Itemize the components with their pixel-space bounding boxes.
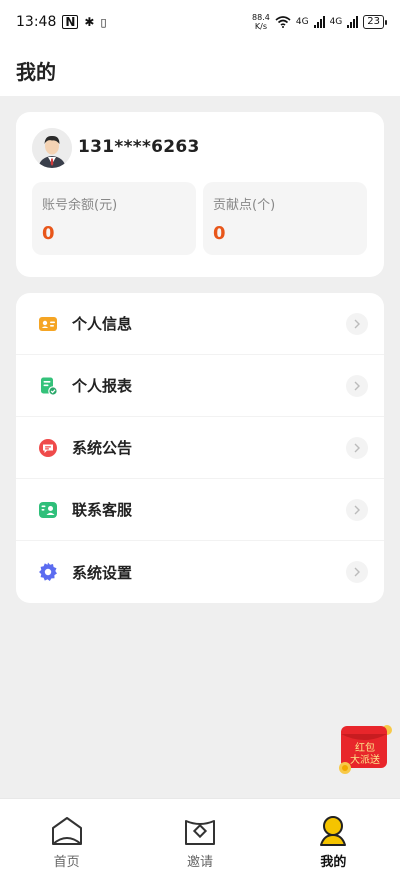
network-type-2: 4G <box>329 17 343 27</box>
home-icon <box>51 817 82 845</box>
avatar[interactable] <box>32 128 72 168</box>
chevron-right-icon <box>346 561 368 583</box>
signal-icon-2 <box>347 16 359 28</box>
menu-label: 联系客服 <box>72 501 133 519</box>
menu-item-settings[interactable]: 系统设置 <box>16 541 384 603</box>
customer-service-icon <box>36 498 60 522</box>
invite-icon <box>184 820 215 845</box>
bluetooth-icon: ✱ <box>84 15 95 29</box>
contribution-stat[interactable]: 贡献点(个) 0 <box>203 182 367 255</box>
header: 我的 <box>0 44 400 96</box>
profile-icon <box>320 816 347 846</box>
menu-label: 系统设置 <box>72 563 133 582</box>
nfc-icon: N <box>62 15 79 29</box>
contribution-value: 0 <box>213 223 226 244</box>
status-bar: 13:48 N ✱ ▯ 88.4 K/s 4G 4G 23 <box>0 0 400 44</box>
menu-label: 个人报表 <box>72 377 133 395</box>
red-envelope-text-1: 红包 <box>355 741 375 754</box>
page-title: 我的 <box>16 59 56 84</box>
menu-card: 个人信息 个人报表 系统公告 联系客服 系统设置 <box>16 293 384 603</box>
signal-icon <box>313 16 325 28</box>
vibrate-icon: ▯ <box>100 15 107 29</box>
menu-item-announcement[interactable]: 系统公告 <box>16 417 384 479</box>
red-envelope-text-2: 大派送 <box>350 753 380 766</box>
tab-label: 首页 <box>53 855 80 870</box>
red-envelope-button[interactable]: 红包 大派送 <box>335 720 395 776</box>
battery-level: 23 <box>367 16 380 27</box>
menu-label: 个人信息 <box>72 315 133 333</box>
balance-label: 账号余额(元) <box>42 198 118 213</box>
chevron-right-icon <box>346 375 368 397</box>
menu-item-customer-service[interactable]: 联系客服 <box>16 479 384 541</box>
tab-label: 邀请 <box>186 855 213 870</box>
bottom-tab-bar: 首页 邀请 我的 <box>0 798 400 882</box>
profile-card: 131****6263 账号余额(元) 0 贡献点(个) 0 <box>16 112 384 277</box>
report-icon <box>36 374 60 398</box>
network-speed: 88.4 K/s <box>252 13 270 31</box>
network-type-1: 4G <box>295 17 309 27</box>
tab-label: 我的 <box>320 855 347 870</box>
username: 131****6263 <box>78 137 200 157</box>
announcement-icon <box>36 436 60 460</box>
balance-stat[interactable]: 账号余额(元) 0 <box>32 182 196 255</box>
tab-home[interactable]: 首页 <box>0 799 133 882</box>
clock: 13:48 <box>16 14 57 30</box>
wifi-icon <box>275 16 291 28</box>
balance-value: 0 <box>42 223 55 244</box>
chevron-right-icon <box>346 313 368 335</box>
tab-mine[interactable]: 我的 <box>267 799 400 882</box>
tab-invite[interactable]: 邀请 <box>133 799 266 882</box>
chevron-right-icon <box>346 437 368 459</box>
id-card-icon <box>36 312 60 336</box>
settings-icon <box>36 560 60 584</box>
contribution-label: 贡献点(个) <box>213 198 276 213</box>
battery-icon: 23 <box>363 15 387 29</box>
chevron-right-icon <box>346 499 368 521</box>
menu-item-personal-info[interactable]: 个人信息 <box>16 293 384 355</box>
menu-label: 系统公告 <box>72 439 133 457</box>
menu-item-personal-report[interactable]: 个人报表 <box>16 355 384 417</box>
